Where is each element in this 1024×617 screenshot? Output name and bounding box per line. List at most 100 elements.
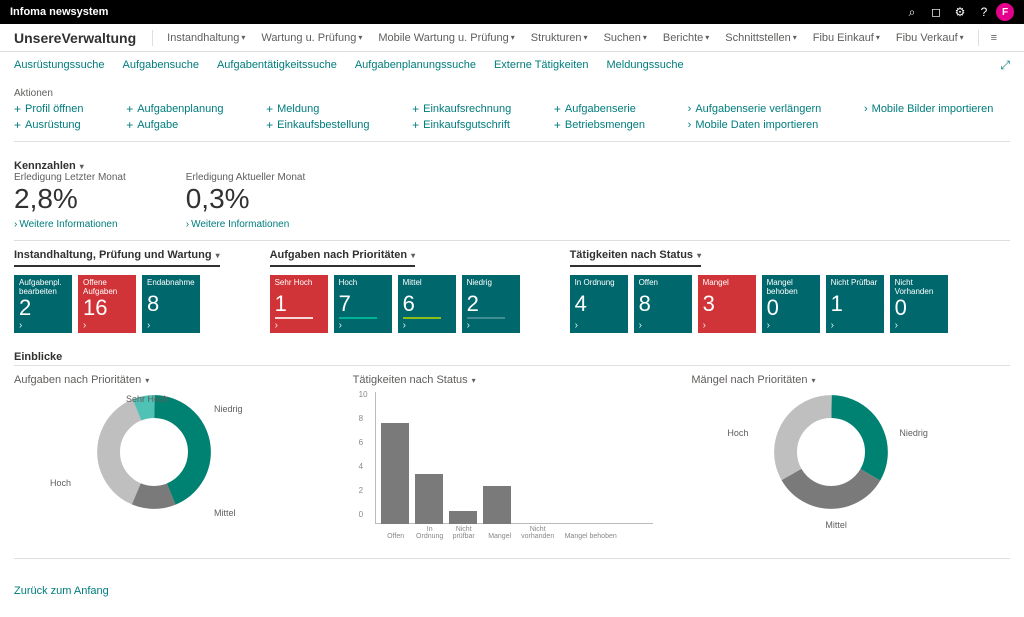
chevron-down-icon: ▾: [411, 251, 415, 260]
tile-sehr-hoch[interactable]: Sehr Hoch1›: [270, 275, 328, 333]
settings-icon[interactable]: ⚙: [948, 5, 972, 19]
subnav-aufgabenplanungssuche[interactable]: Aufgabenplanungssuche: [355, 59, 476, 71]
search-icon[interactable]: ⌕: [900, 5, 924, 20]
chevron-down-icon: ▾: [643, 33, 647, 42]
tile-mangel-behoben[interactable]: Mangel behoben0›: [762, 275, 820, 333]
tile-offene-aufgaben[interactable]: Offene Aufgaben16›: [78, 275, 136, 333]
chart-title[interactable]: Tätigkeiten nach Status▾: [353, 374, 476, 386]
plus-icon: +: [412, 103, 419, 115]
group-title[interactable]: Aufgaben nach Prioritäten▾: [270, 249, 416, 267]
nav-berichte[interactable]: Berichte▾: [657, 28, 715, 48]
plus-icon: +: [14, 119, 21, 131]
bar-offen: [381, 423, 409, 524]
nav-schnittstellen[interactable]: Schnittstellen▾: [719, 28, 802, 48]
back-to-top-link[interactable]: Zurück zum Anfang: [14, 585, 109, 597]
subnav-aufgabentaetigkeitssuche[interactable]: Aufgabentätigkeitssuche: [217, 59, 337, 71]
chevron-down-icon: ▾: [960, 33, 964, 42]
xlabel: Nicht prüfbar: [447, 526, 481, 540]
plus-icon: +: [554, 103, 561, 115]
chevron-down-icon: ▾: [876, 33, 880, 42]
chevron-down-icon: ▾: [80, 162, 84, 171]
action-aufgabenserie-verlaengern[interactable]: ›Aufgabenserie verlängern: [688, 103, 838, 115]
subnav-aufgabensuche[interactable]: Aufgabensuche: [123, 59, 199, 71]
kpi-link[interactable]: ›Weitere Informationen: [14, 219, 118, 230]
plus-icon: +: [554, 119, 561, 131]
subnav-ausruestungssuche[interactable]: Ausrüstungssuche: [14, 59, 105, 71]
brand-name: Infoma newsystem: [10, 6, 108, 18]
tile-nicht-pruefbar[interactable]: Nicht Prüfbar1›: [826, 275, 884, 333]
xlabel: Offen: [379, 533, 413, 540]
tile-nicht-vorhanden[interactable]: Nicht Vorhanden0›: [890, 275, 948, 333]
subnav-externe-taetigkeiten[interactable]: Externe Tätigkeiten: [494, 59, 589, 71]
nav-fibu-einkauf[interactable]: Fibu Einkauf▾: [807, 28, 886, 48]
bar-in-ordnung: [415, 474, 443, 524]
kennzahlen-heading[interactable]: Kennzahlen▾: [14, 160, 84, 172]
chevron-down-icon: ▾: [812, 376, 816, 385]
action-meldung[interactable]: +Meldung: [266, 103, 386, 115]
action-aufgabenplanung[interactable]: +Aufgabenplanung: [126, 103, 240, 115]
chevron-down-icon: ▾: [584, 33, 588, 42]
nav-bar: UnsereVerwaltung Instandhaltung▾ Wartung…: [0, 24, 1024, 52]
donut-label-mittel: Mittel: [214, 508, 236, 518]
plus-icon: +: [126, 103, 133, 115]
chevron-down-icon: ▾: [145, 376, 149, 385]
chart-title[interactable]: Mängel nach Prioritäten▾: [691, 374, 815, 386]
donut-label-hoch: Hoch: [50, 478, 71, 488]
notifications-icon[interactable]: ◻: [924, 5, 948, 19]
avatar[interactable]: F: [996, 3, 1014, 21]
chevron-down-icon: ▾: [216, 251, 220, 260]
action-betriebsmengen[interactable]: +Betriebsmengen: [554, 119, 662, 131]
tile-endabnahme[interactable]: Endabnahme8›: [142, 275, 200, 333]
ytick: 6: [359, 438, 363, 447]
tile-aufgabenpl-bearbeiten[interactable]: Aufgabenpl. bearbeiten2›: [14, 275, 72, 333]
nav-mobile-wartung[interactable]: Mobile Wartung u. Prüfung▾: [372, 28, 520, 48]
chevron-down-icon: ▾: [241, 33, 245, 42]
group-title[interactable]: Instandhaltung, Prüfung und Wartung▾: [14, 249, 220, 267]
chevron-down-icon: ▾: [472, 376, 476, 385]
help-icon[interactable]: ?: [972, 5, 996, 19]
action-aufgabe[interactable]: +Aufgabe: [126, 119, 240, 131]
xlabel: Mangel behoben: [563, 533, 619, 540]
tile-in-ordnung[interactable]: In Ordnung4›: [570, 275, 628, 333]
kpi-link[interactable]: ›Weitere Informationen: [186, 219, 290, 230]
tile-offen[interactable]: Offen8›: [634, 275, 692, 333]
action-profil-oeffnen[interactable]: +Profil öffnen: [14, 103, 100, 115]
action-ausruestung[interactable]: +Ausrüstung: [14, 119, 100, 131]
action-einkaufsrechnung[interactable]: +Einkaufsrechnung: [412, 103, 528, 115]
page-title: UnsereVerwaltung: [14, 30, 144, 46]
chevron-down-icon: ▾: [511, 33, 515, 42]
action-aufgabenserie[interactable]: +Aufgabenserie: [554, 103, 662, 115]
kpi-erledigung-aktueller-monat: Erledigung Aktueller Monat 0,3% ›Weitere…: [186, 172, 306, 230]
tile-niedrig[interactable]: Niedrig2›: [462, 275, 520, 333]
group-title[interactable]: Tätigkeiten nach Status▾: [570, 249, 702, 267]
expand-icon[interactable]: ⤢: [1000, 58, 1010, 73]
tile-mittel[interactable]: Mittel6›: [398, 275, 456, 333]
einblicke-heading: Einblicke: [14, 351, 1010, 363]
top-bar: Infoma newsystem ⌕ ◻ ⚙ ? F: [0, 0, 1024, 24]
nav-more-icon[interactable]: ≡: [991, 32, 997, 44]
kpi-value: 2,8%: [14, 183, 126, 215]
ytick: 0: [359, 510, 363, 519]
chart-title[interactable]: Aufgaben nach Prioritäten▾: [14, 374, 149, 386]
action-mobile-bilder-importieren[interactable]: ›Mobile Bilder importieren: [864, 103, 1010, 115]
tile-mangel[interactable]: Mangel3›: [698, 275, 756, 333]
nav-instandhaltung[interactable]: Instandhaltung▾: [161, 28, 251, 48]
chart-maengel-prioritaeten: Mängel nach Prioritäten▾ Hoch Niedrig Mi…: [691, 374, 1010, 542]
nav-fibu-verkauf[interactable]: Fibu Verkauf▾: [890, 28, 970, 48]
donut-chart-icon: [94, 392, 214, 512]
subnav-meldungssuche[interactable]: Meldungssuche: [607, 59, 684, 71]
ytick: 10: [359, 390, 368, 399]
chart-aufgaben-prioritaeten: Aufgaben nach Prioritäten▾ Sehr Hoch Nie…: [14, 374, 333, 542]
tile-hoch[interactable]: Hoch7›: [334, 275, 392, 333]
action-einkaufsbestellung[interactable]: +Einkaufsbestellung: [266, 119, 386, 131]
nav-strukturen[interactable]: Strukturen▾: [525, 28, 594, 48]
aktionen-label: Aktionen: [14, 88, 1010, 99]
nav-wartung[interactable]: Wartung u. Prüfung▾: [255, 28, 368, 48]
action-einkaufsgutschrift[interactable]: +Einkaufsgutschrift: [412, 119, 528, 131]
arrow-icon: ›: [864, 103, 868, 115]
plus-icon: +: [266, 119, 273, 131]
donut-label-mittel: Mittel: [825, 520, 847, 530]
action-mobile-daten-importieren[interactable]: ›Mobile Daten importieren: [688, 119, 838, 131]
nav-suchen[interactable]: Suchen▾: [598, 28, 653, 48]
donut-label-hoch: Hoch: [727, 428, 748, 438]
